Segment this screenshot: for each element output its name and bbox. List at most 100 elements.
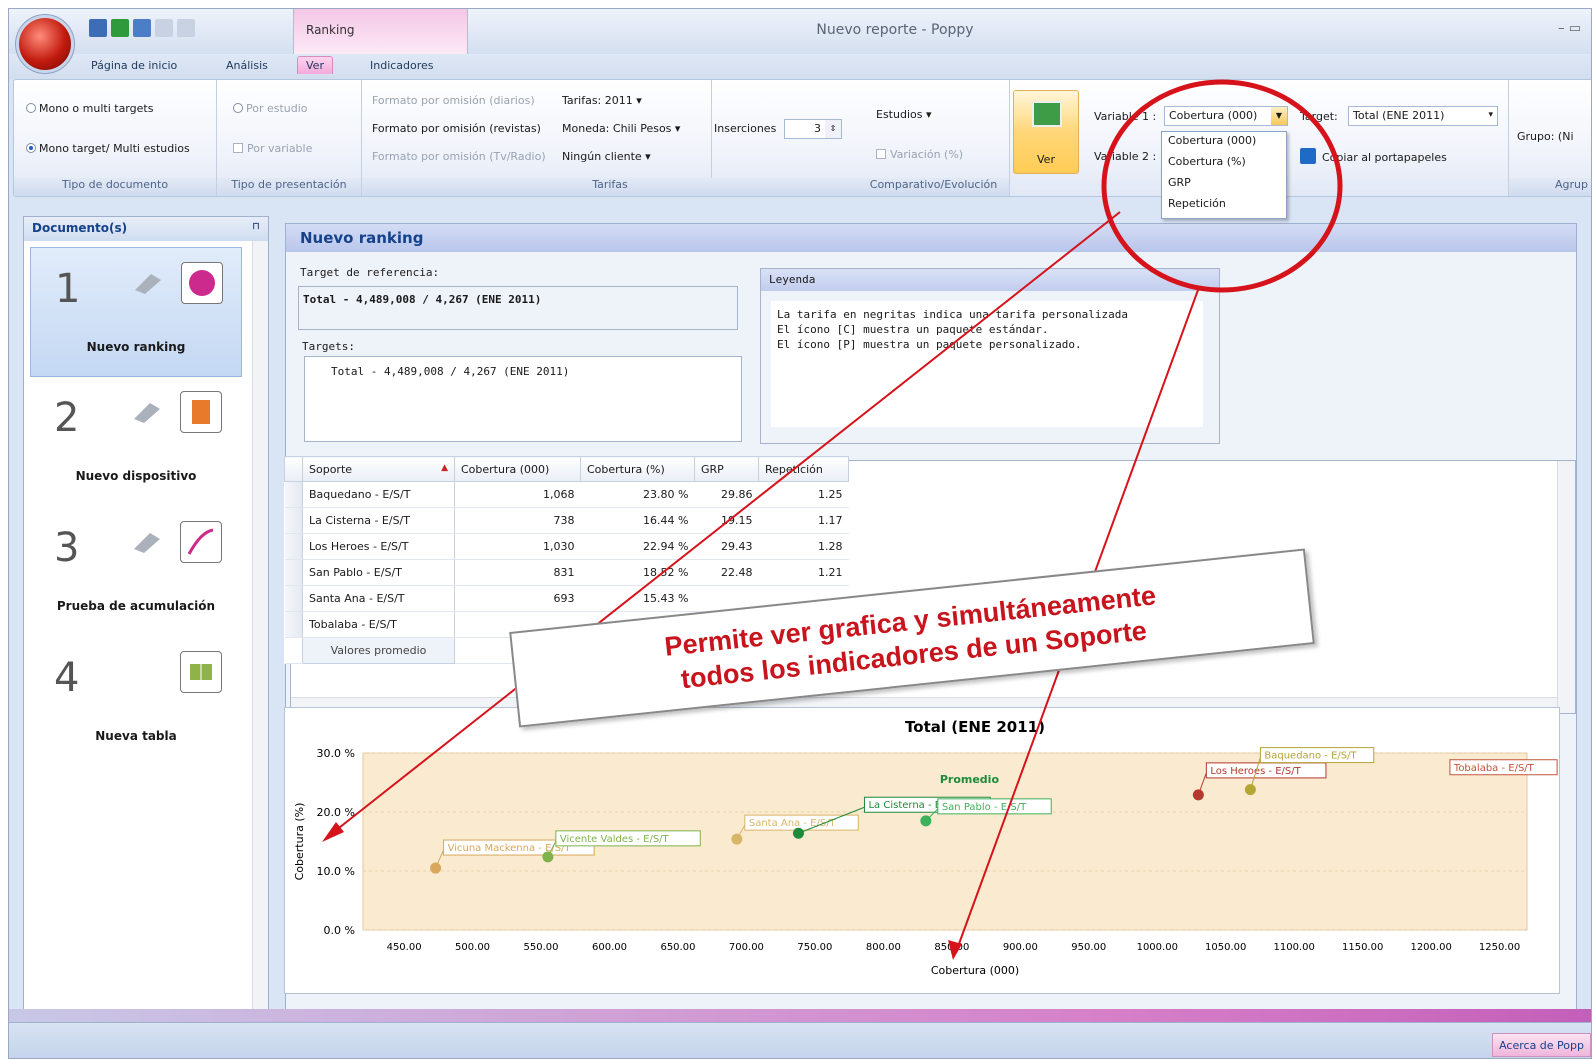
chart-svg: Total (ENE 2011) 0.0 % 10.0 % 20.0 % 30.0 % 4…: [293, 718, 1558, 977]
radio-label: Mono o multi targets: [39, 102, 154, 115]
formato-tv-radio[interactable]: Formato por omisión (Tv/Radio): [372, 150, 546, 163]
radio-mono-target-multi-estudios[interactable]: Mono target/ Multi estudios: [26, 142, 190, 155]
cliente-dropdown[interactable]: Ningún cliente ▾: [562, 150, 651, 163]
target-value: Total (ENE 2011): [1353, 109, 1445, 122]
target-select[interactable]: Total (ENE 2011) ▾: [1348, 106, 1498, 126]
col-repeticion[interactable]: Repetición: [758, 456, 849, 482]
documents-panel-header: Documento(s) ⊓: [24, 217, 268, 241]
doc-number: 1: [55, 266, 81, 312]
point-label: Vicente Valdes - E/S/T: [560, 834, 670, 845]
col-label: Soporte: [309, 462, 353, 476]
row-selector[interactable]: [284, 559, 303, 586]
tarifas-dropdown[interactable]: Tarifas: 2011 ▾: [562, 94, 642, 107]
tab-analisis[interactable]: Análisis: [226, 59, 268, 72]
checkbox-variacion[interactable]: Variación (%): [876, 148, 963, 161]
radio-icon: [233, 103, 243, 113]
radio-icon: [26, 103, 36, 113]
variable2-label: Variable 2 :: [1094, 150, 1157, 163]
inserciones-stepper[interactable]: 3 ⇕: [784, 119, 842, 139]
ver-button[interactable]: Ver: [1013, 90, 1079, 174]
variable1-select[interactable]: Cobertura (000) ▼: [1164, 106, 1288, 126]
group-agrupacion: Grupo: (Ni Agrup: [1508, 80, 1591, 196]
x-tick-label: 750.00: [797, 942, 832, 953]
estudios-dropdown[interactable]: Estudios ▾: [876, 108, 931, 121]
checkbox-label: Variación (%): [890, 148, 964, 161]
point-label: Baquedano - E/S/T: [1264, 751, 1357, 762]
pin-icon[interactable]: ⊓: [252, 221, 260, 232]
x-tick-label: 1000.00: [1137, 942, 1178, 953]
doc-item-2[interactable]: 2 Nuevo dispositivo: [30, 377, 242, 507]
doc-item-4[interactable]: 4 Nueva tabla: [30, 637, 242, 767]
formato-diarios[interactable]: Formato por omisión (diarios): [372, 94, 535, 107]
table-cell: 23.80 %: [580, 481, 695, 508]
table-cell: 1,030: [454, 533, 581, 560]
targets-list[interactable]: Total - 4,489,008 / 4,267 (ENE 2011): [304, 356, 742, 442]
table-row[interactable]: San Pablo - E/S/T 831 18.52 % 22.48 1.21: [284, 559, 849, 586]
status-bar: Acerca de Popp: [9, 1022, 1591, 1058]
y-tick-label: 20.0 %: [317, 806, 355, 819]
doc-number: 4: [54, 655, 80, 701]
sort-asc-icon: ▲: [441, 462, 448, 473]
tab-ver[interactable]: Ver: [297, 56, 333, 74]
col-soporte[interactable]: Soporte ▲: [302, 456, 455, 482]
col-cobertura-000[interactable]: Cobertura (000): [454, 456, 581, 482]
doc-item-1[interactable]: 1 Nuevo ranking: [30, 247, 242, 377]
chevron-down-icon: ▾: [1488, 110, 1493, 120]
copiar-label: Copiar al portapapeles: [1322, 151, 1447, 164]
checkbox-label: Por variable: [247, 142, 313, 155]
checkbox-por-variable[interactable]: Por variable: [233, 142, 312, 155]
row-selector[interactable]: [284, 585, 303, 612]
dispositivo-icon: [180, 391, 222, 433]
table-cell: 29.43: [694, 533, 759, 560]
table-cell: 16.44 %: [580, 507, 695, 534]
table-cell: 29.86: [694, 481, 759, 508]
formato-revistas[interactable]: Formato por omisión (revistas): [372, 122, 541, 135]
x-tick-label: 600.00: [592, 942, 627, 953]
grupo-label[interactable]: Grupo: (Ni: [1517, 130, 1574, 143]
copiar-button[interactable]: Copiar al portapapeles: [1300, 148, 1447, 164]
x-tick-label: 500.00: [455, 942, 490, 953]
option-repeticion[interactable]: Repetición: [1162, 195, 1286, 216]
table-cell: 693: [454, 585, 581, 612]
radio-por-estudio[interactable]: Por estudio: [233, 102, 308, 115]
acerca-button[interactable]: Acerca de Popp: [1492, 1033, 1591, 1057]
footer-spacer: [284, 637, 303, 664]
leyenda-line: El ícono [P] muestra un paquete personal…: [777, 338, 1082, 351]
radio-mono-multi-targets[interactable]: Mono o multi targets: [26, 102, 153, 115]
row-selector[interactable]: [284, 533, 303, 560]
col-grp[interactable]: GRP: [694, 456, 759, 482]
table-row[interactable]: La Cisterna - E/S/T 738 16.44 % 19.15 1.17: [284, 507, 849, 534]
app-orb-button[interactable]: [19, 18, 71, 70]
leyenda-line: El ícono [C] muestra un paquete estándar…: [777, 323, 1049, 336]
x-tick-label: 950.00: [1071, 942, 1106, 953]
chevron-down-icon[interactable]: ▼: [1271, 107, 1287, 125]
documents-scrollbar[interactable]: [252, 241, 268, 1023]
data-point: [731, 833, 743, 845]
option-grp[interactable]: GRP: [1162, 174, 1286, 195]
tab-pagina-inicio[interactable]: Página de inicio: [91, 59, 177, 72]
moneda-dropdown[interactable]: Moneda: Chili Pesos ▾: [562, 122, 680, 135]
window-controls[interactable]: – ▭: [1558, 21, 1581, 36]
row-selector[interactable]: [284, 481, 303, 508]
tab-indicadores[interactable]: Indicadores: [370, 59, 434, 72]
table-row[interactable]: Baquedano - E/S/T 1,068 23.80 % 29.86 1.25: [284, 481, 849, 508]
x-tick-label: 1150.00: [1342, 942, 1383, 953]
group-comparativo: Estudios ▾ Variación (%) Comparativo/Evo…: [858, 80, 1010, 196]
table-cell: Baquedano - E/S/T: [302, 481, 455, 508]
group-label: Tarifas: [362, 178, 858, 196]
table-cell: 1,068: [454, 481, 581, 508]
variable1-dropdown-list: Cobertura (000) Cobertura (%) GRP Repeti…: [1161, 131, 1287, 219]
option-cobertura-pct[interactable]: Cobertura (%): [1162, 153, 1286, 174]
row-selector[interactable]: [284, 507, 303, 534]
table-icon: [180, 651, 222, 693]
option-cobertura-000[interactable]: Cobertura (000): [1162, 132, 1286, 153]
doc-item-3[interactable]: 3 Prueba de acumulación: [30, 507, 242, 637]
col-cobertura-pct[interactable]: Cobertura (%): [580, 456, 695, 482]
row-selector-header: [284, 456, 303, 482]
table-cell: 22.94 %: [580, 533, 695, 560]
table-row[interactable]: Los Heroes - E/S/T 1,030 22.94 % 29.43 1.28: [284, 533, 849, 560]
row-selector[interactable]: [284, 611, 303, 638]
stepper-arrows-icon[interactable]: ⇕: [825, 120, 841, 138]
grid-vscroll[interactable]: [1557, 461, 1575, 713]
target-ref-field: Total - 4,489,008 / 4,267 (ENE 2011): [298, 286, 738, 330]
